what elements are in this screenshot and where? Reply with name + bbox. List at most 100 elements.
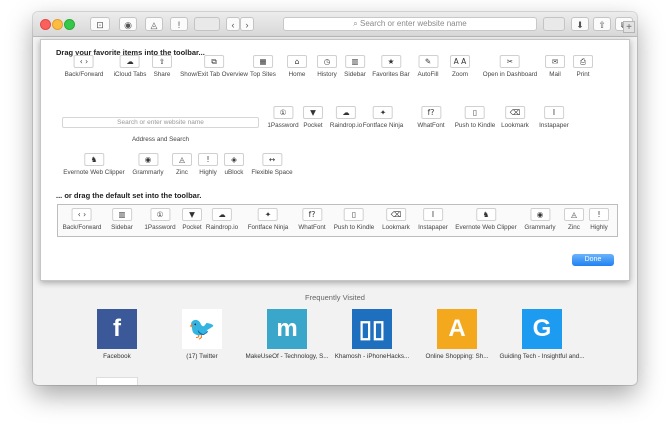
sidebar-icon: ⊡ [96,20,104,30]
toolbar-item-label: Fontface Ninja [247,224,289,231]
toolbar-item-flexible-space[interactable]: ↔ Flexible Space [251,153,293,176]
site-name: (17) Twitter [186,353,218,360]
frequently-visited-site[interactable]: m MakeUseOf - Technology, S... [244,309,330,361]
toolbar-item-1password[interactable]: ① 1Password [144,208,176,231]
partial-site-tile[interactable] [96,377,138,385]
forward-button[interactable]: › [240,17,254,31]
toolbar-item-1password[interactable]: ① 1Password [267,106,299,129]
toolbar-item-show-exit-tab-overview[interactable]: ⧉ Show/Exit Tab Overview [180,55,248,78]
toolbar: ⊡ ◉ ◬ ! ‹ › ⌕ Search or enter website na… [33,12,637,37]
autofill-icon: ✎ [418,55,438,68]
toolbar-item-label: Home [288,71,306,78]
push-to-kindle-icon: ▯ [464,106,485,119]
toolbar-item-label: Flexible Space [251,169,293,176]
toolbar-item-label: Instapaper [539,122,569,129]
minimize-window-button[interactable] [52,19,63,30]
toolbar-item-favorites-bar[interactable]: ★ Favorites Bar [372,55,410,78]
1password-icon: ① [273,106,293,119]
share-button[interactable]: ⇧ [593,17,611,31]
extension-grammarly-button[interactable]: ◉ [119,17,137,31]
toolbar-item-ublock[interactable]: ◈ uBlock [224,153,244,176]
toolbar-item-fontface-ninja[interactable]: ✦ Fontface Ninja [247,208,289,231]
toolbar-item-raindrop-io[interactable]: ☁ Raindrop.io [206,208,238,231]
address-search-placeholder: Search or enter website name [117,119,204,126]
toolbar-item-label: Highly [199,169,217,176]
toolbar-item-back-forward[interactable]: ‹ › Back/Forward [65,55,103,78]
sidebar-toolbar-button[interactable]: ⊡ [90,17,110,31]
grammarly-icon: ◉ [137,153,158,166]
toolbar-item-label: Sidebar [111,224,133,231]
toolbar-item-label: Lookmark [501,122,529,129]
extension-highly-button[interactable]: ! [170,17,188,31]
open-in-dashboard-icon: ✂ [499,55,520,68]
toolbar-item-icloud-tabs[interactable]: ☁ iCloud Tabs [113,55,147,78]
highly-icon: ! [589,208,609,221]
default-set-heading: ... or drag the default set into the too… [56,191,202,200]
toolbar-item-back-forward[interactable]: ‹ › Back/Forward [62,208,102,231]
toolbar-item-zinc[interactable]: ◬ Zinc [564,208,584,231]
toolbar-item-grammarly[interactable]: ◉ Grammarly [132,153,164,176]
toolbar-item-label: Sidebar [344,71,366,78]
toolbar-item-home[interactable]: ⌂ Home [287,55,307,78]
back-button[interactable]: ‹ [226,17,240,31]
toolbar-item-whatfont[interactable]: f? WhatFont [298,208,326,231]
toolbar-item-pocket[interactable]: ▼ Pocket [303,106,323,129]
toolbar-item-zoom[interactable]: A A Zoom [450,55,470,78]
close-window-button[interactable] [40,19,51,30]
done-button[interactable]: Done [572,254,614,266]
toolbar-item-highly[interactable]: ! Highly [589,208,609,231]
toolbar-item-history[interactable]: ◷ History [317,55,337,78]
address-bar[interactable]: ⌕ Search or enter website name [283,17,537,31]
frequently-visited-site[interactable]: A Online Shopping: Sh... [414,309,500,361]
toolbar-item-grammarly[interactable]: ◉ Grammarly [524,208,556,231]
site-name: Online Shopping: Sh... [425,353,489,360]
toolbar-item-label: Favorites Bar [372,71,410,78]
toolbar-item-label: Lookmark [382,224,410,231]
evernote-web-clipper-icon: ♞ [475,208,496,221]
show-exit-tab-overview-icon: ⧉ [204,55,224,68]
safari-window: ⊡ ◉ ◬ ! ‹ › ⌕ Search or enter website na… [33,12,637,385]
toolbar-item-evernote-web-clipper[interactable]: ♞ Evernote Web Clipper [63,153,125,176]
default-set-bar[interactable]: ‹ › Back/Forward ▥ Sidebar ① 1Password ▼ Pocket… [57,204,618,237]
frequently-visited-site[interactable]: 🐦 (17) Twitter [159,309,245,361]
address-and-search-item[interactable]: Search or enter website name [62,117,259,128]
toolbar-item-share[interactable]: ⇧ Share [152,55,172,78]
toolbar-item-zinc[interactable]: ◬ Zinc [172,153,192,176]
frequently-visited-site[interactable]: G Guiding Tech - Insightful and... [499,309,585,361]
downloads-button[interactable]: ⬇ [571,17,589,31]
chevron-left-icon: ‹ [231,20,235,30]
toolbar-item-autofill[interactable]: ✎ AutoFill [418,55,439,78]
toolbar-item-lookmark[interactable]: ⌫ Lookmark [501,106,529,129]
toolbar-item-pocket[interactable]: ▼ Pocket [182,208,202,231]
toolbar-item-whatfont[interactable]: f? WhatFont [417,106,445,129]
toolbar-item-label: Raindrop.io [329,122,363,129]
toolbar-item-mail[interactable]: ✉ Mail [545,55,565,78]
zoom-window-button[interactable] [64,19,75,30]
toolbar-item-top-sites[interactable]: ▦ Top Sites [250,55,276,78]
toolbar-item-open-in-dashboard[interactable]: ✂ Open in Dashboard [482,55,538,78]
toolbar-item-push-to-kindle[interactable]: ▯ Push to Kindle [334,208,374,231]
toolbar-item-raindrop-io[interactable]: ☁ Raindrop.io [330,106,362,129]
toolbar-item-label: Back/Forward [62,224,102,231]
toolbar-item-sidebar[interactable]: ▥ Sidebar [344,55,366,78]
toolbar-item-label: Instapaper [418,224,448,231]
toolbar-item-instapaper[interactable]: I Instapaper [539,106,569,129]
instapaper-icon: I [543,106,564,119]
toolbar-item-label: Highly [590,224,608,231]
toolbar-item-evernote-web-clipper[interactable]: ♞ Evernote Web Clipper [455,208,517,231]
toolbar-item-label: iCloud Tabs [113,71,147,78]
toolbar-item-instapaper[interactable]: I Instapaper [418,208,448,231]
extension-zinc-button[interactable]: ◬ [145,17,163,31]
toolbar-item-sidebar[interactable]: ▥ Sidebar [111,208,133,231]
toolbar-item-push-to-kindle[interactable]: ▯ Push to Kindle [455,106,495,129]
new-tab-button[interactable]: + [623,21,635,33]
toolbar-item-label: Open in Dashboard [482,71,538,78]
toolbar-item-fontface-ninja[interactable]: ✦ Fontface Ninja [363,106,403,129]
frequently-visited-site[interactable]: ▯▯ Khamosh - iPhoneHacks... [329,309,415,361]
evernote-web-clipper-icon: ♞ [83,153,104,166]
toolbar-item-highly[interactable]: ! Highly [198,153,218,176]
toolbar-item-label: WhatFont [417,122,445,129]
toolbar-item-print[interactable]: ⎙ Print [573,55,593,78]
toolbar-item-lookmark[interactable]: ⌫ Lookmark [382,208,410,231]
frequently-visited-site[interactable]: f Facebook [74,309,160,361]
